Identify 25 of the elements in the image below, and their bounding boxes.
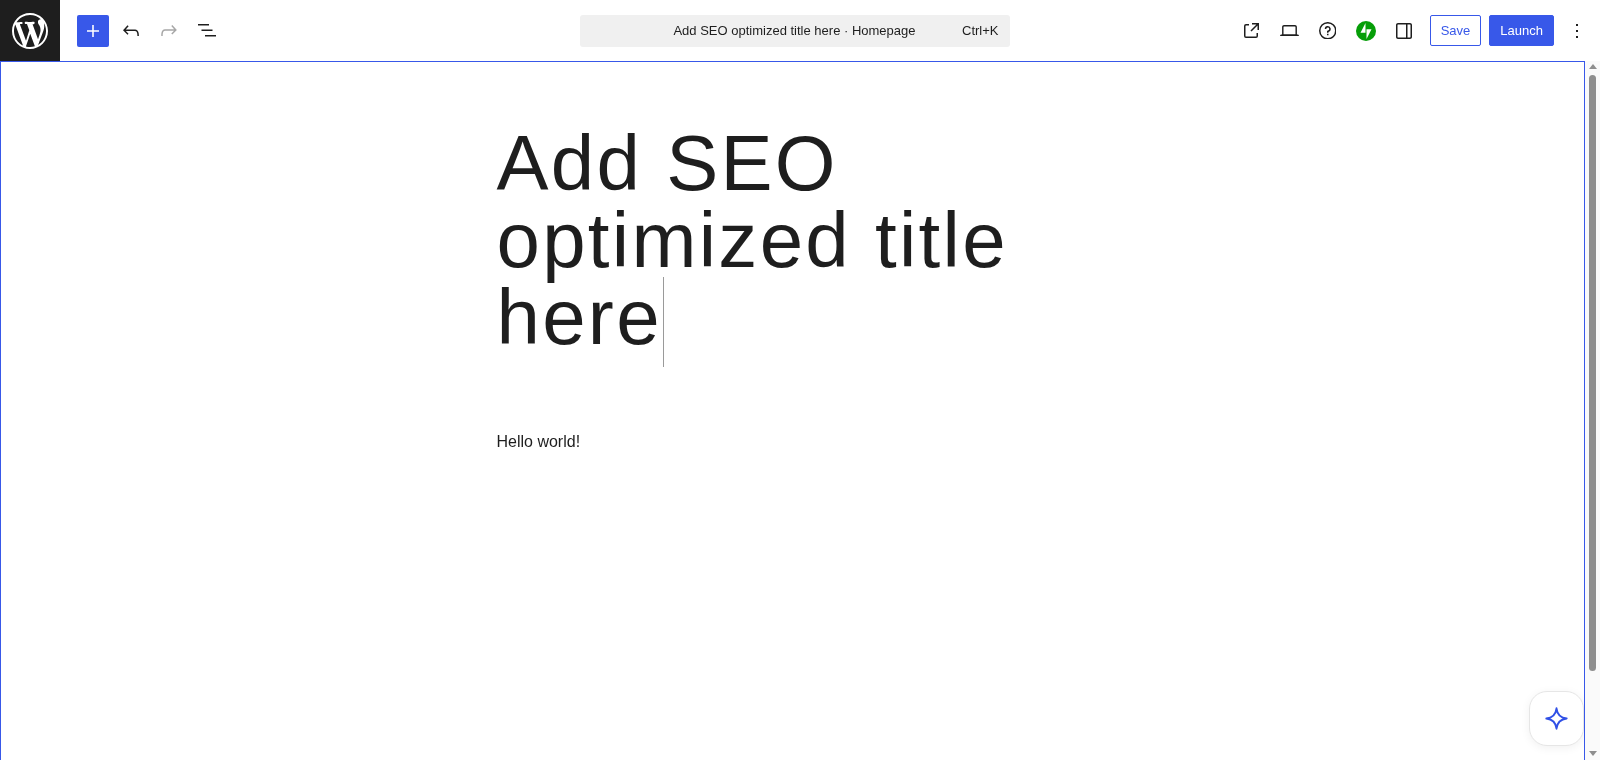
add-block-button[interactable] <box>77 14 109 47</box>
command-palette-button[interactable]: Add SEO optimized title here · Homepage Ctrl+K <box>579 14 1010 47</box>
list-view-icon <box>198 24 216 37</box>
scrollbar-thumb[interactable] <box>1589 75 1596 671</box>
sparkle-icon <box>1545 707 1568 730</box>
post-title-field[interactable]: Add SEO optimized title here <box>496 125 1089 362</box>
site-logo-button[interactable] <box>0 0 60 61</box>
scroll-up-arrow-icon <box>1588 64 1597 69</box>
launch-button[interactable]: Launch <box>1489 15 1554 46</box>
undo-icon <box>123 25 139 36</box>
wordpress-logo-icon <box>12 12 48 49</box>
redo-icon <box>161 25 177 36</box>
scrollbar[interactable] <box>1585 61 1600 760</box>
save-button[interactable]: Save <box>1429 15 1482 46</box>
sidebar-icon <box>1395 22 1412 39</box>
external-link-icon <box>1244 23 1260 38</box>
help-icon <box>1318 21 1337 40</box>
document-title: Add SEO optimized title here · Homepage <box>673 23 916 38</box>
laptop-icon <box>1280 25 1300 36</box>
scroll-down-arrow-icon <box>1588 751 1597 756</box>
paragraph-text: Hello world! <box>496 432 582 452</box>
keyboard-shortcut: Ctrl+K <box>962 23 999 38</box>
ai-assistant-button[interactable] <box>1529 691 1584 746</box>
lightning-circle-icon <box>1355 20 1376 41</box>
plus-icon <box>87 24 99 37</box>
